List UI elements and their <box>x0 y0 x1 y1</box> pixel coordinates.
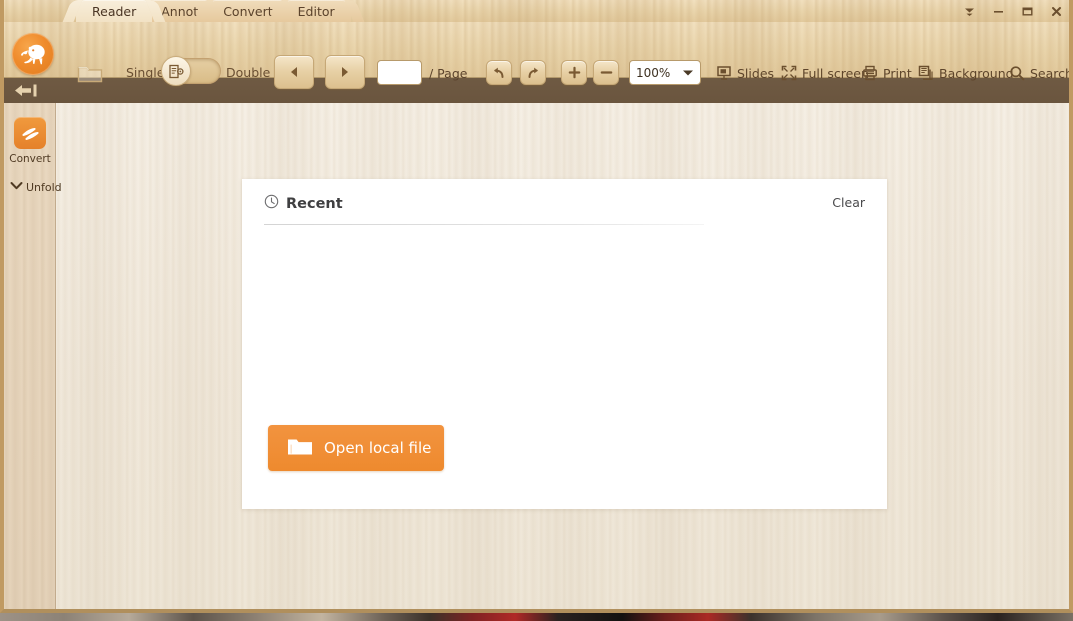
toolbar-item-fullscreen-label: Full screen <box>802 65 869 81</box>
sidebar-unfold-button[interactable]: Unfold <box>10 180 62 194</box>
redo-button[interactable] <box>520 60 546 85</box>
zoom-level-select[interactable]: 100% <box>629 60 701 85</box>
zoom-out-button[interactable] <box>593 60 619 85</box>
redo-arrow-icon <box>528 67 538 78</box>
open-local-file-label: Open local file <box>324 439 432 457</box>
recent-divider <box>264 224 704 225</box>
previous-page-button[interactable] <box>274 55 314 89</box>
sidebar-item-convert-label: Convert <box>9 153 51 165</box>
window-controls <box>962 0 1063 22</box>
chevron-down-icon <box>10 180 23 194</box>
next-page-button[interactable] <box>325 55 365 89</box>
tab-editor[interactable]: Editor <box>281 0 351 22</box>
recent-list <box>264 229 865 399</box>
titlebar: Reader Annot Convert Editor <box>4 0 1069 22</box>
page-view-icon <box>161 56 191 86</box>
fullscreen-icon <box>781 65 797 81</box>
recent-title: Recent <box>264 194 343 213</box>
slides-icon <box>716 65 732 81</box>
tab-reader-label: Reader <box>92 3 137 19</box>
desktop-wallpaper <box>0 613 1073 621</box>
toolbar-item-print-label: Print <box>883 65 912 81</box>
content-area: Recent Clear Open local file <box>56 103 1069 609</box>
triangle-right-icon <box>342 67 348 77</box>
tab-reader[interactable]: Reader <box>76 0 153 22</box>
convert-icon <box>14 117 46 149</box>
search-icon <box>1009 65 1025 81</box>
minus-icon <box>600 71 612 74</box>
undo-button[interactable] <box>486 60 512 85</box>
tabstrip: Reader Annot Convert Editor <box>76 0 351 22</box>
toolbar-item-search-label: Search <box>1030 65 1073 81</box>
minimize-icon[interactable] <box>991 4 1005 18</box>
page-mode-toggle[interactable] <box>161 56 221 86</box>
recent-panel: Recent Clear Open local file <box>242 179 887 509</box>
clear-recent-label: Clear <box>832 195 865 210</box>
plus-icon <box>568 66 580 79</box>
elephant-logo-icon <box>12 33 54 75</box>
recent-panel-header: Recent Clear <box>264 192 865 224</box>
application-window: Reader Annot Convert Editor Single Doubl… <box>0 0 1073 613</box>
triangle-left-icon <box>291 67 297 77</box>
toolbar-item-print[interactable]: Print <box>862 63 912 83</box>
toolbar-item-background[interactable]: Background <box>918 63 1014 83</box>
tab-editor-label: Editor <box>297 3 335 19</box>
open-local-file-button[interactable]: Open local file <box>268 425 444 471</box>
toolbar-item-search[interactable]: Search <box>1009 63 1073 83</box>
sidebar-item-convert[interactable]: Convert <box>9 117 51 165</box>
toolbar-item-slides[interactable]: Slides <box>716 63 774 83</box>
zoom-in-button[interactable] <box>561 60 587 85</box>
page-total-label: / Page <box>429 66 468 81</box>
background-icon <box>918 65 934 81</box>
double-page-label: Double <box>226 65 271 80</box>
clear-recent-button[interactable]: Clear <box>832 195 865 210</box>
arrow-left-collapse-icon[interactable] <box>14 82 40 99</box>
folder-icon <box>287 435 313 461</box>
clock-icon <box>264 194 279 213</box>
recent-title-label: Recent <box>286 195 343 212</box>
sidebar-unfold-label: Unfold <box>26 180 62 194</box>
tab-annot-label: Annot <box>161 3 199 19</box>
left-sidebar: Convert Unfold <box>4 103 62 609</box>
zoom-level-value: 100% <box>636 65 671 80</box>
open-folder-icon[interactable] <box>70 56 110 90</box>
window-menu-icon[interactable] <box>962 4 976 18</box>
toolbar-item-background-label: Background <box>939 65 1014 81</box>
undo-arrow-icon <box>494 67 504 78</box>
single-page-label: Single <box>126 65 165 80</box>
toolbar-item-fullscreen[interactable]: Full screen <box>781 63 869 83</box>
chevron-down-icon <box>682 66 694 80</box>
toolbar-item-slides-label: Slides <box>737 65 775 81</box>
maximize-icon[interactable] <box>1020 4 1034 18</box>
main-toolbar: Single Double / Page 100% Slides Full sc… <box>4 22 1069 89</box>
close-icon[interactable] <box>1049 4 1063 18</box>
page-number-input[interactable] <box>377 60 422 85</box>
tab-convert-label: Convert <box>223 3 273 19</box>
printer-icon <box>862 65 878 81</box>
